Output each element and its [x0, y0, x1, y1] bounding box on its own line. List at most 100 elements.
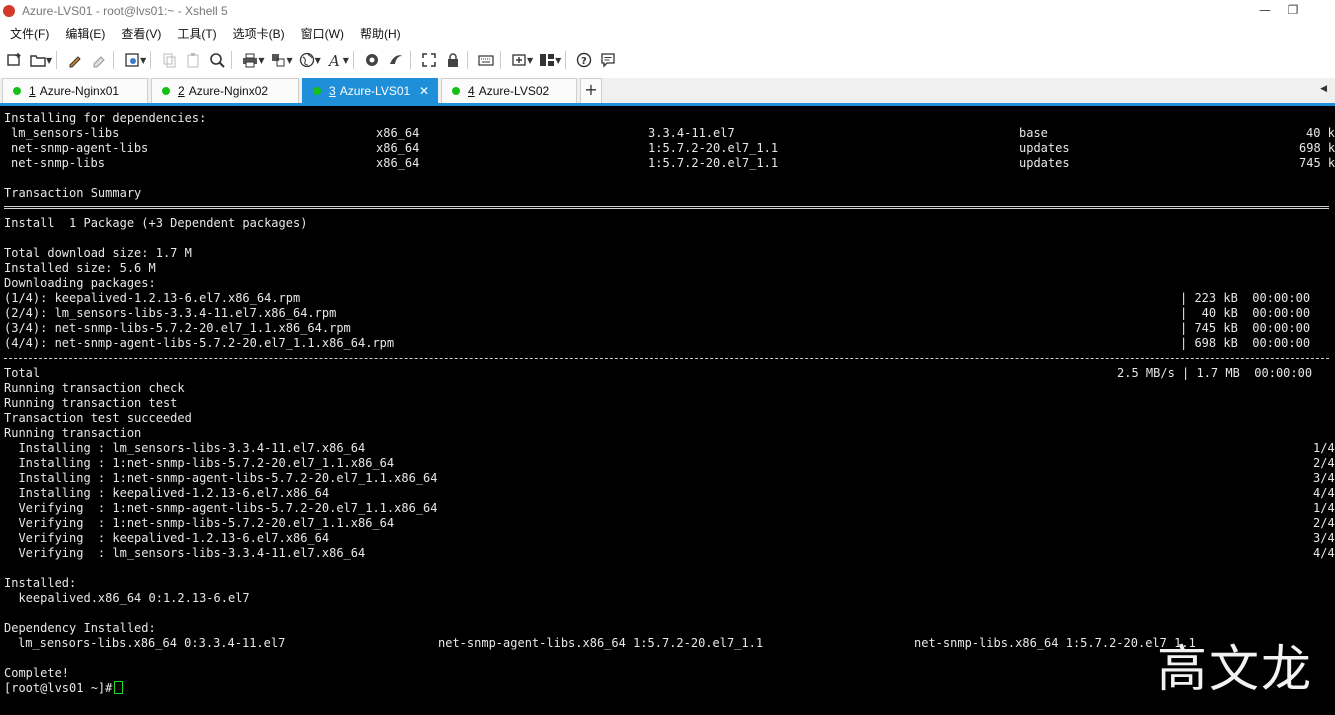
- step-count: 3/4: [1313, 471, 1335, 485]
- chevron-down-icon[interactable]: ▼: [140, 56, 146, 65]
- dependency-installed-package: net-snmp-agent-libs.x86_64 1:5.7.2-20.el…: [438, 636, 764, 650]
- step-count: 2/4: [1313, 516, 1335, 530]
- prompt-text: [root@lvs01 ~]#: [4, 681, 113, 695]
- eraser-icon[interactable]: [89, 50, 109, 70]
- chevron-down-icon[interactable]: ▼: [343, 56, 349, 65]
- lock-icon[interactable]: [443, 50, 463, 70]
- menu-view[interactable]: 查看(V): [111, 25, 167, 42]
- download-row: (3/4): net-snmp-libs-5.7.2-20.el7_1.1.x8…: [4, 321, 351, 335]
- tab-number: 1: [29, 84, 36, 98]
- paste-icon[interactable]: [183, 50, 203, 70]
- dep-version: 1:5.7.2-20.el7_1.1: [648, 141, 779, 155]
- tab-azure-lvs02[interactable]: 4 Azure-LVS02: [441, 78, 577, 103]
- transaction-status: Running transaction check: [4, 381, 185, 395]
- download-row: (1/4): keepalived-1.2.13-6.el7.x86_64.rp…: [4, 291, 301, 305]
- complete-message: Complete!: [4, 666, 70, 680]
- chevron-down-icon[interactable]: ▼: [527, 56, 533, 65]
- menu-edit[interactable]: 编辑(E): [55, 25, 111, 42]
- installed-size: Installed size: 5.6 M: [4, 261, 156, 275]
- tab-azure-nginx02[interactable]: 2 Azure-Nginx02: [151, 78, 299, 103]
- install-step: Installing : lm_sensors-libs-3.3.4-11.el…: [4, 441, 366, 455]
- menu-window[interactable]: 窗口(W): [291, 25, 350, 42]
- verify-step: Verifying : 1:net-snmp-libs-5.7.2-20.el7…: [4, 516, 395, 530]
- layout-icon[interactable]: [537, 50, 557, 70]
- menu-bar: 文件(F) 编辑(E) 查看(V) 工具(T) 选项卡(B) 窗口(W) 帮助(…: [0, 22, 1335, 44]
- tab-number: 3: [329, 84, 336, 98]
- terminal[interactable]: Installing for dependencies: lm_sensors-…: [0, 106, 1335, 715]
- chevron-down-icon[interactable]: ▼: [258, 56, 264, 65]
- add-tab-button[interactable]: +: [580, 78, 602, 103]
- toolbar-divider: [56, 51, 58, 69]
- download-stats: | 40 kB 00:00:00: [1180, 306, 1311, 320]
- tab-number: 4: [468, 84, 475, 98]
- connected-status-icon: [162, 87, 170, 95]
- menu-file[interactable]: 文件(F): [0, 25, 55, 42]
- menu-tabs[interactable]: 选项卡(B): [223, 25, 291, 42]
- print-icon[interactable]: [240, 50, 260, 70]
- dependency-installed-package: net-snmp-libs.x86_64 1:5.7.2-20.el7_1.1: [914, 636, 1196, 650]
- properties-icon[interactable]: [122, 50, 142, 70]
- font-icon[interactable]: A: [325, 50, 345, 70]
- dep-size: 745 k: [1299, 156, 1335, 170]
- transfer-icon[interactable]: [268, 50, 288, 70]
- dep-arch: x86_64: [376, 126, 420, 140]
- xshell-app-icon: [3, 5, 15, 17]
- install-step: Installing : 1:net-snmp-libs-5.7.2-20.el…: [4, 456, 395, 470]
- watermark: 高文龙: [1157, 640, 1313, 698]
- download-stats: | 223 kB 00:00:00: [1180, 291, 1311, 305]
- toolbar-divider: [565, 51, 567, 69]
- tab-scroll-left-icon[interactable]: ◀: [1320, 84, 1327, 94]
- chat-icon[interactable]: [598, 50, 618, 70]
- open-folder-icon[interactable]: [28, 50, 48, 70]
- window-title: Azure-LVS01 - root@lvs01:~ - Xshell 5: [22, 4, 228, 18]
- tab-number: 2: [178, 84, 185, 98]
- tab-label: Azure-LVS02: [478, 84, 550, 98]
- step-count: 1/4: [1313, 441, 1335, 455]
- dependency-installed-package: lm_sensors-libs.x86_64 0:3.3.4-11.el7: [18, 636, 286, 650]
- download-size: Total download size: 1.7 M: [4, 246, 192, 260]
- find-icon[interactable]: [207, 50, 227, 70]
- keyboard-icon[interactable]: [476, 50, 496, 70]
- dep-arch: x86_64: [376, 156, 420, 170]
- transaction-status: Running transaction test: [4, 396, 178, 410]
- tab-azure-lvs01[interactable]: 3 Azure-LVS01 ✕: [302, 78, 438, 103]
- close-tab-icon[interactable]: ✕: [419, 84, 429, 98]
- chevron-down-icon[interactable]: ▼: [555, 56, 561, 65]
- svg-text:A: A: [327, 52, 340, 68]
- installed-package: keepalived.x86_64 0:1.2.13-6.el7: [4, 591, 250, 605]
- copy-icon[interactable]: [159, 50, 179, 70]
- dep-size: 40 k: [1306, 126, 1335, 140]
- help-icon[interactable]: ?: [574, 50, 594, 70]
- dep-version: 1:5.7.2-20.el7_1.1: [648, 156, 779, 170]
- dep-repo: base: [1019, 126, 1048, 140]
- shell-prompt[interactable]: [root@lvs01 ~]#: [4, 681, 124, 696]
- install-step: Installing : keepalived-1.2.13-6.el7.x86…: [4, 486, 330, 500]
- paint-icon[interactable]: [65, 50, 85, 70]
- new-session-icon[interactable]: [4, 50, 24, 70]
- verify-step: Verifying : lm_sensors-libs-3.3.4-11.el7…: [4, 546, 366, 560]
- toolbar-divider: [466, 51, 468, 69]
- xftp2-icon[interactable]: [386, 50, 406, 70]
- total-stats: 2.5 MB/s | 1.7 MB 00:00:00: [1117, 366, 1313, 380]
- dep-arch: x86_64: [376, 141, 420, 155]
- menu-tools[interactable]: 工具(T): [167, 25, 222, 42]
- download-stats: | 745 kB 00:00:00: [1180, 321, 1311, 335]
- xftp-icon[interactable]: [362, 50, 382, 70]
- dep-name: net-snmp-agent-libs: [11, 141, 149, 155]
- restore-button[interactable]: ❐: [1281, 2, 1305, 18]
- installed-header: Installed:: [4, 576, 77, 590]
- chevron-down-icon[interactable]: ▼: [315, 56, 321, 65]
- svg-text:?: ?: [581, 56, 587, 67]
- tab-azure-nginx01[interactable]: 1 Azure-Nginx01: [2, 78, 148, 103]
- fullscreen-icon[interactable]: [419, 50, 439, 70]
- globe-icon[interactable]: [297, 50, 317, 70]
- menu-help[interactable]: 帮助(H): [350, 25, 407, 42]
- download-row: (2/4): lm_sensors-libs-3.3.4-11.el7.x86_…: [4, 306, 337, 320]
- new-tab-icon[interactable]: [509, 50, 529, 70]
- minimize-button[interactable]: —: [1253, 2, 1277, 18]
- chevron-down-icon[interactable]: ▼: [286, 56, 292, 65]
- deps-header: Installing for dependencies:: [4, 111, 207, 125]
- chevron-down-icon[interactable]: ▼: [46, 56, 52, 65]
- toolbar-divider: [409, 51, 411, 69]
- download-row: (4/4): net-snmp-agent-libs-5.7.2-20.el7_…: [4, 336, 395, 350]
